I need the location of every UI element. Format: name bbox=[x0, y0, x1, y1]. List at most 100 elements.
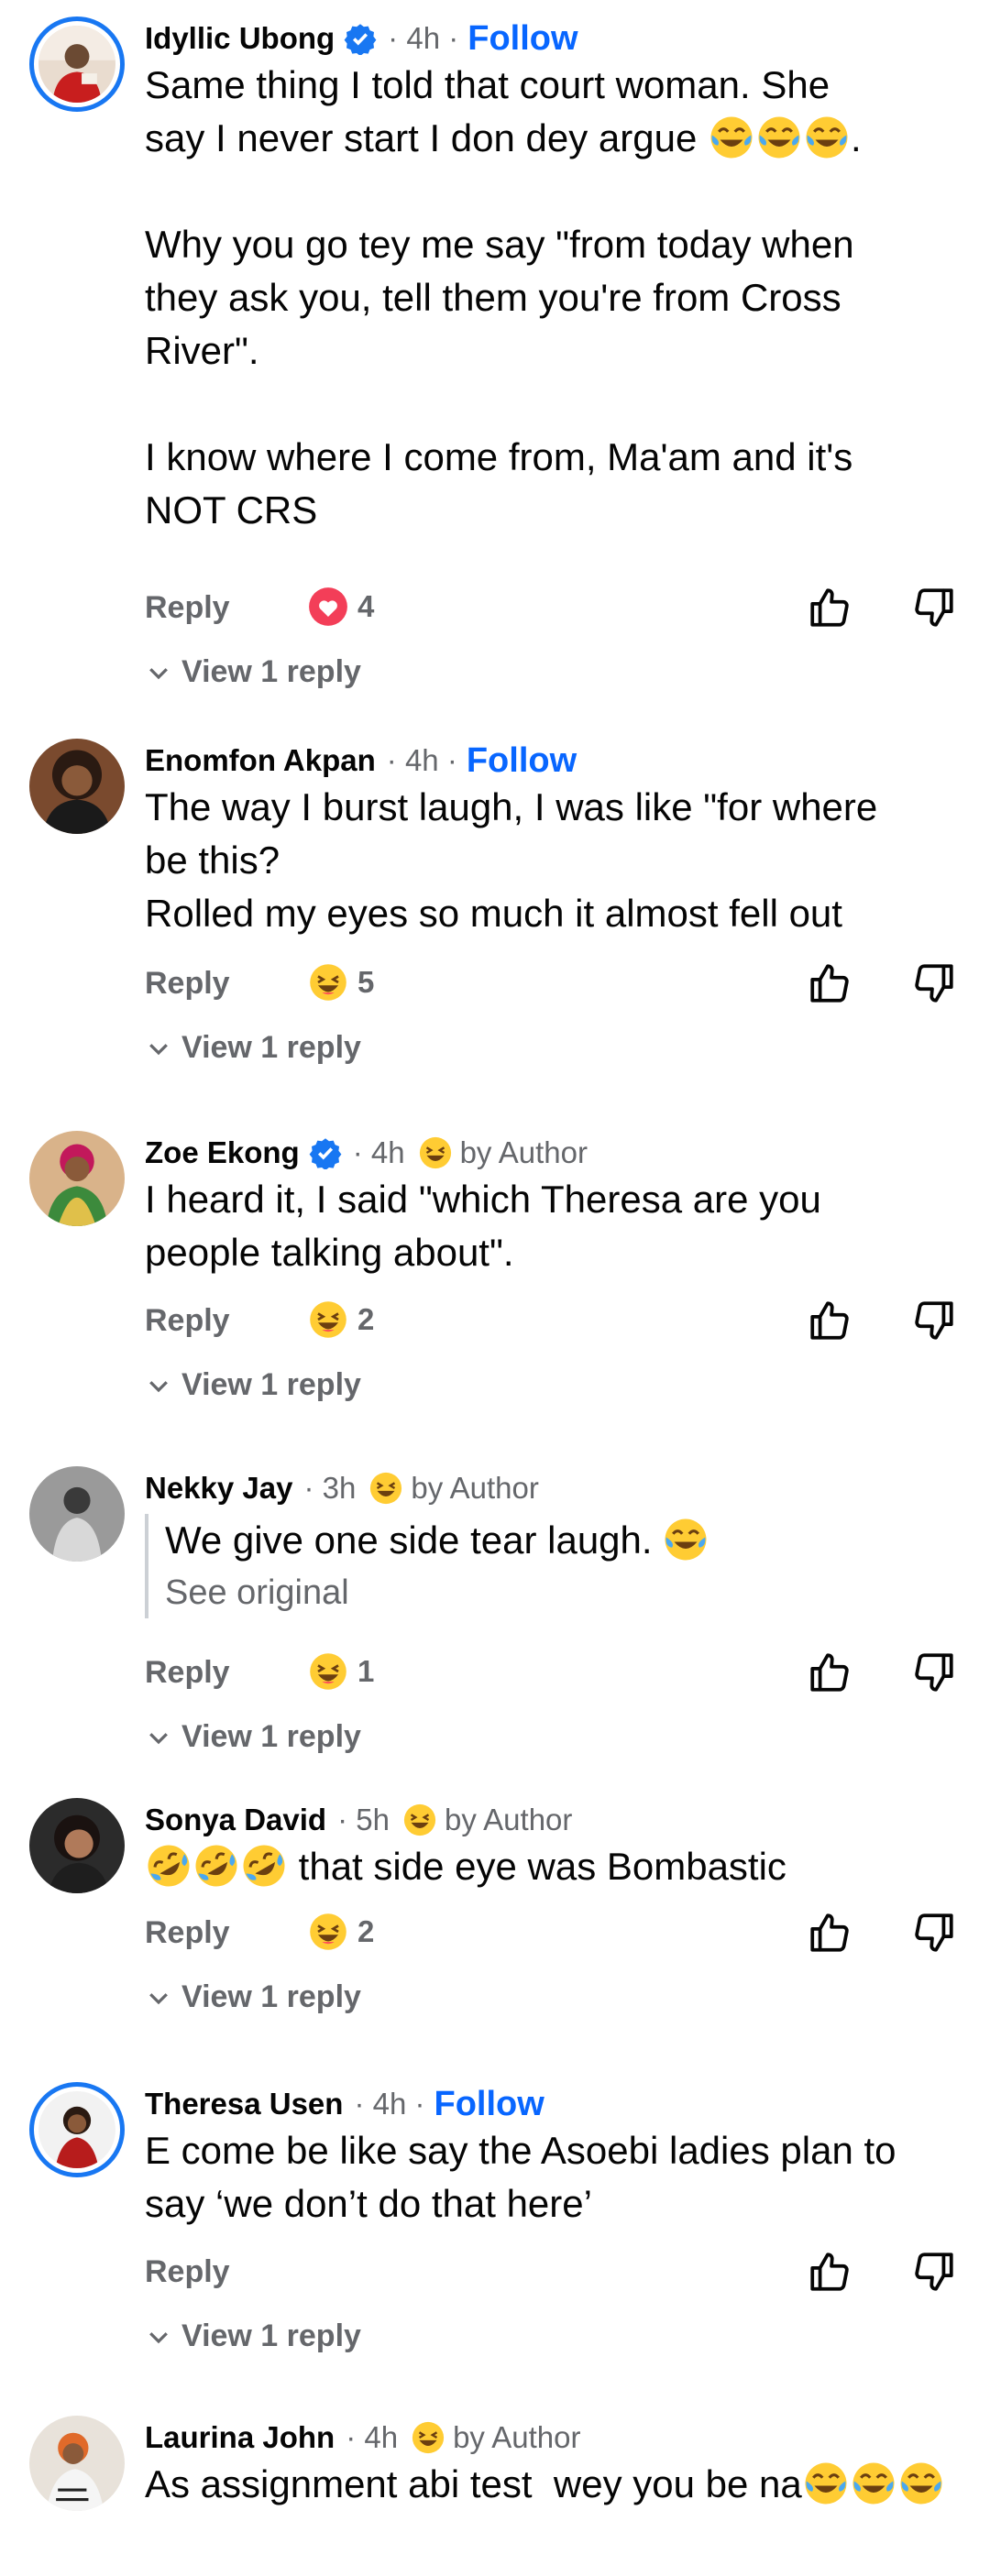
author-name[interactable]: Idyllic Ubong bbox=[145, 21, 335, 56]
rolling-laughing-emoji-icon bbox=[193, 1843, 239, 1889]
thumbs-down-icon[interactable] bbox=[911, 1298, 957, 1343]
avatar[interactable] bbox=[29, 2416, 125, 2511]
translated-comment: We give one side tear laugh. See origina… bbox=[145, 1514, 955, 1618]
reply-button[interactable]: Reply bbox=[145, 1915, 230, 1951]
thumbs-up-icon[interactable] bbox=[807, 1298, 852, 1343]
comment-body: E come be like say the Asoebi ladies pla… bbox=[145, 2129, 896, 2225]
view-replies-link[interactable]: View 1 reply bbox=[145, 1030, 361, 1066]
haha-icon bbox=[402, 1803, 437, 1837]
chevron-down-icon bbox=[145, 1372, 172, 1399]
haha-icon bbox=[411, 2420, 446, 2455]
avatar[interactable] bbox=[29, 1798, 125, 1893]
reaction-summary[interactable]: 2 bbox=[308, 1912, 374, 1952]
tears-of-joy-emoji-icon bbox=[898, 2461, 944, 2506]
thumbs-down-icon[interactable] bbox=[911, 2249, 957, 2295]
haha-icon bbox=[418, 1135, 453, 1170]
thumbs-down-icon[interactable] bbox=[911, 585, 957, 630]
view-replies-link[interactable]: View 1 reply bbox=[145, 1719, 361, 1755]
author-name[interactable]: Laurina John bbox=[145, 2420, 335, 2455]
thumbs-down-icon[interactable] bbox=[911, 1910, 957, 1956]
haha-icon bbox=[308, 1912, 348, 1952]
comment-body: The way I burst laugh, I was like "for w… bbox=[145, 785, 878, 935]
chevron-down-icon bbox=[145, 1035, 172, 1062]
see-original-link[interactable]: See original bbox=[165, 1567, 955, 1618]
reaction-count: 1 bbox=[358, 1654, 375, 1688]
tears-of-joy-emoji-icon bbox=[709, 115, 754, 160]
reaction-summary[interactable]: 1 bbox=[308, 1651, 374, 1692]
avatar[interactable] bbox=[29, 2082, 125, 2177]
view-replies-link[interactable]: View 1 reply bbox=[145, 1367, 361, 1403]
reply-button[interactable]: Reply bbox=[145, 590, 230, 626]
comment-body: I heard it, I said "which Theresa are yo… bbox=[145, 1178, 821, 1274]
thumbs-up-icon[interactable] bbox=[807, 2249, 852, 2295]
reaction-count: 5 bbox=[358, 965, 375, 999]
reaction-summary[interactable]: 2 bbox=[308, 1299, 374, 1340]
comment-actions: Reply bbox=[145, 2247, 961, 2302]
verified-badge-icon bbox=[309, 1136, 342, 1169]
comment-header: Theresa Usen · 4h · Follow bbox=[145, 2082, 544, 2126]
tears-of-joy-emoji-icon bbox=[851, 2461, 896, 2506]
author-name[interactable]: Zoe Ekong bbox=[145, 1135, 300, 1170]
chevron-down-icon bbox=[145, 1724, 172, 1751]
timestamp: · 4h bbox=[352, 1135, 405, 1169]
author-name[interactable]: Theresa Usen bbox=[145, 2087, 343, 2121]
view-replies-link[interactable]: View 1 reply bbox=[145, 1979, 361, 2015]
author-name[interactable]: Sonya David bbox=[145, 1803, 326, 1837]
reply-button[interactable]: Reply bbox=[145, 2254, 230, 2290]
follow-button[interactable]: Follow bbox=[468, 19, 578, 59]
avatar[interactable] bbox=[29, 16, 125, 112]
comment-header: Sonya David · 5h by Author bbox=[145, 1798, 572, 1842]
timestamp: · 4h bbox=[346, 2420, 399, 2454]
author-name[interactable]: Enomfon Akpan bbox=[145, 743, 376, 778]
timestamp: · 5h bbox=[337, 1803, 390, 1836]
avatar[interactable] bbox=[29, 1466, 125, 1562]
author-reaction-badge: by Author bbox=[418, 1135, 588, 1170]
comment-actions: Reply 2 bbox=[145, 1296, 961, 1351]
follow-button[interactable]: Follow bbox=[434, 2085, 544, 2124]
follow-button[interactable]: Follow bbox=[467, 741, 577, 781]
thumbs-up-icon[interactable] bbox=[807, 585, 852, 630]
avatar[interactable] bbox=[29, 739, 125, 834]
timestamp: · 4h · bbox=[386, 743, 457, 777]
comment-actions: Reply 5 bbox=[145, 959, 961, 1014]
haha-icon bbox=[368, 1471, 403, 1506]
timestamp: · 3h bbox=[303, 1471, 357, 1505]
reply-button[interactable]: Reply bbox=[145, 966, 230, 1002]
chevron-down-icon bbox=[145, 2323, 172, 2351]
thumbs-up-icon[interactable] bbox=[807, 1650, 852, 1695]
comment-actions: Reply 1 bbox=[145, 1648, 961, 1703]
reply-button[interactable]: Reply bbox=[145, 1655, 230, 1691]
thumbs-up-icon[interactable] bbox=[807, 960, 852, 1006]
author-reaction-badge: by Author bbox=[411, 2420, 581, 2455]
comment-header: Enomfon Akpan · 4h · Follow bbox=[145, 739, 577, 783]
comment-actions: Reply 4 bbox=[145, 583, 961, 638]
thumbs-up-icon[interactable] bbox=[807, 1910, 852, 1956]
avatar[interactable] bbox=[29, 1131, 125, 1226]
reply-button[interactable]: Reply bbox=[145, 1303, 230, 1339]
reaction-summary[interactable]: 4 bbox=[308, 586, 374, 627]
chevron-down-icon bbox=[145, 1984, 172, 2011]
haha-icon bbox=[308, 1651, 348, 1692]
tears-of-joy-emoji-icon bbox=[803, 2461, 849, 2506]
rolling-laughing-emoji-icon bbox=[146, 1843, 192, 1889]
reaction-summary[interactable]: 5 bbox=[308, 962, 374, 1003]
view-replies-link[interactable]: View 1 reply bbox=[145, 2318, 361, 2354]
view-replies-link[interactable]: View 1 reply bbox=[145, 654, 361, 690]
comment-body: Same thing I told that court woman. She … bbox=[145, 63, 862, 532]
tears-of-joy-emoji-icon bbox=[756, 115, 802, 160]
timestamp: · 4h · bbox=[388, 21, 459, 55]
thumbs-down-icon[interactable] bbox=[911, 960, 957, 1006]
comment-body: that side eye was Bombastic bbox=[145, 1840, 970, 1893]
reaction-count: 2 bbox=[358, 1914, 375, 1948]
author-reaction-badge: by Author bbox=[368, 1471, 539, 1506]
author-name[interactable]: Nekky Jay bbox=[145, 1471, 292, 1506]
comment-header: Nekky Jay · 3h by Author bbox=[145, 1466, 539, 1510]
comment-body: As assignment abi test wey you be na bbox=[145, 2458, 970, 2511]
reaction-count: 4 bbox=[358, 589, 375, 623]
thumbs-down-icon[interactable] bbox=[911, 1650, 957, 1695]
comment-header: Laurina John · 4h by Author bbox=[145, 2416, 581, 2460]
love-icon bbox=[308, 586, 348, 627]
rolling-laughing-emoji-icon bbox=[241, 1843, 287, 1889]
comment-header: Idyllic Ubong · 4h · Follow bbox=[145, 16, 578, 60]
tears-of-joy-emoji-icon bbox=[663, 1517, 709, 1562]
